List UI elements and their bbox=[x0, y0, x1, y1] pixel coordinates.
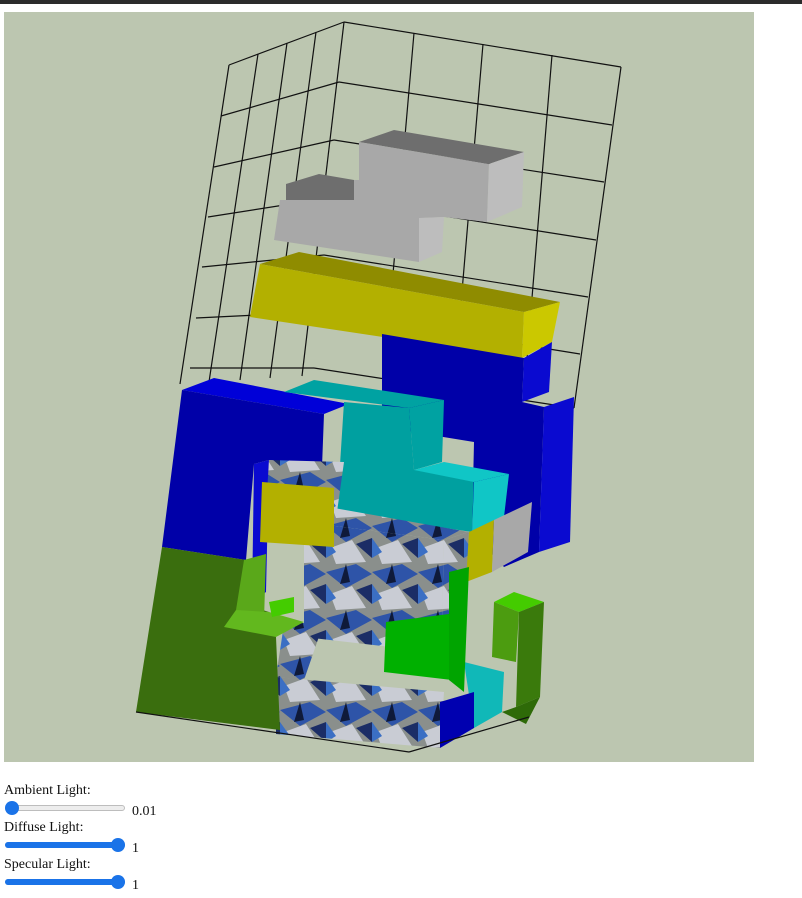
diffuse-slider[interactable] bbox=[5, 838, 125, 852]
lighting-controls: Ambient Light: 0.01 Diffuse Light: 1 Spe… bbox=[4, 783, 404, 894]
slider-thumb[interactable] bbox=[5, 801, 19, 815]
scene-svg bbox=[135, 21, 622, 753]
ambient-value: 0.01 bbox=[132, 804, 157, 819]
specular-slider[interactable] bbox=[5, 875, 125, 889]
slider-fill bbox=[5, 879, 125, 885]
slider-thumb[interactable] bbox=[111, 838, 125, 852]
diffuse-value: 1 bbox=[132, 841, 139, 856]
ambient-slider[interactable] bbox=[5, 801, 125, 815]
top-bar bbox=[0, 0, 802, 4]
scene-canvas[interactable] bbox=[4, 12, 754, 762]
specular-label: Specular Light: bbox=[4, 857, 91, 872]
specular-control: Specular Light: 1 bbox=[4, 857, 404, 894]
specular-value: 1 bbox=[132, 878, 139, 893]
diffuse-control: Diffuse Light: 1 bbox=[4, 820, 404, 857]
slider-thumb[interactable] bbox=[111, 875, 125, 889]
diffuse-label: Diffuse Light: bbox=[4, 820, 84, 835]
slider-fill bbox=[5, 842, 125, 848]
slider-track bbox=[5, 805, 125, 811]
ambient-label: Ambient Light: bbox=[4, 783, 91, 798]
ambient-control: Ambient Light: 0.01 bbox=[4, 783, 404, 820]
block-gray bbox=[274, 130, 524, 262]
